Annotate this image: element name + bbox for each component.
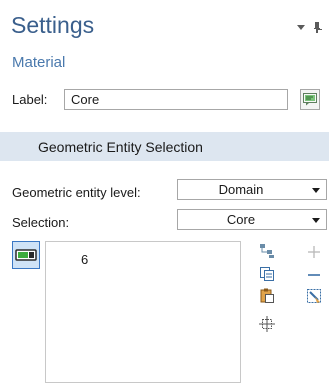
selection-value: Core: [226, 212, 256, 227]
entity-level-value: Domain: [218, 182, 264, 197]
settings-panel: Settings Material Label: Core Geometric …: [0, 0, 329, 387]
select-hierarchy-icon[interactable]: [259, 243, 275, 259]
remove-icon[interactable]: [306, 267, 322, 283]
label-edit-button[interactable]: [300, 89, 320, 110]
list-item[interactable]: 6: [81, 252, 88, 267]
window-menu-icon[interactable]: [297, 25, 305, 30]
page-title: Settings: [11, 12, 95, 38]
selection-label: Selection:: [12, 215, 70, 230]
pin-icon[interactable]: [314, 22, 320, 33]
active-selection-toggle[interactable]: [12, 241, 40, 269]
selection-list[interactable]: 6: [45, 241, 241, 383]
label-field-label: Label:: [12, 92, 48, 107]
chevron-down-icon: [312, 218, 320, 223]
toggle-on-icon: [15, 249, 37, 261]
paste-icon[interactable]: [259, 287, 275, 303]
label-input[interactable]: Core: [64, 89, 288, 110]
selection-select[interactable]: Core: [177, 209, 327, 230]
page-subtitle: Material: [12, 54, 66, 71]
entity-level-label: Geometric entity level:: [12, 185, 141, 200]
node-label-icon: [303, 93, 317, 106]
zoom-to-selection-icon[interactable]: [259, 316, 275, 332]
add-icon[interactable]: [306, 244, 322, 260]
section-title: Geometric Entity Selection: [38, 139, 203, 155]
chevron-down-icon: [312, 188, 320, 193]
window-controls: [297, 22, 320, 33]
clear-selection-icon[interactable]: [306, 288, 322, 304]
copy-icon[interactable]: [259, 266, 275, 282]
entity-level-select[interactable]: Domain: [177, 179, 327, 200]
